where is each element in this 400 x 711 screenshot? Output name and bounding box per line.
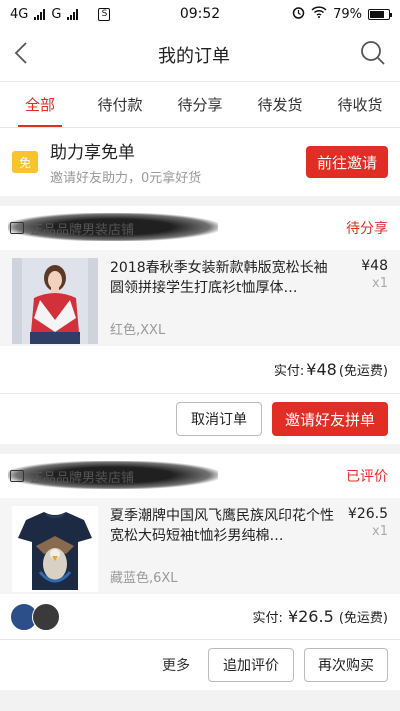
status-bar: 4G G S 09:52 79% — [0, 0, 400, 28]
signal-icon-2 — [67, 8, 79, 20]
order-header: 正品品牌男装店铺 已评价 — [0, 454, 400, 498]
more-link[interactable]: 更多 — [162, 655, 190, 675]
product-image — [12, 506, 98, 592]
paid-amount: ¥26.5 — [287, 607, 334, 626]
product-price: ¥26.5 — [347, 506, 388, 522]
add-review-button[interactable]: 追加评价 — [208, 648, 294, 682]
product-spec: 红色,XXL — [110, 323, 166, 338]
order-actions: 更多 追加评价 再次购买 — [0, 640, 400, 690]
tab-pending-receipt[interactable]: 待收货 — [320, 82, 400, 127]
promo-title: 助力享免单 — [50, 143, 135, 163]
free-order-icon: 免 — [12, 151, 38, 173]
product-info: 2018春秋季女装新款韩版宽松长袖圆领拼接学生打底衫t恤厚体… 红色,XXL — [110, 258, 338, 338]
promo-banner: 免 助力享免单 邀请好友助力，0元拿好货 前往邀请 — [0, 128, 400, 196]
product-image — [12, 258, 98, 344]
price-column: ¥26.5 x1 — [338, 506, 388, 586]
tab-pending-share[interactable]: 待分享 — [160, 82, 240, 127]
paid-note: (免运费) — [338, 364, 388, 379]
store-label: 正品品牌男装店铺 — [30, 470, 135, 486]
paid-label: 实付: — [273, 364, 305, 379]
nav-bar: 我的订单 — [0, 28, 400, 82]
battery-icon — [368, 8, 392, 20]
product-price: ¥48 — [361, 258, 388, 274]
order-item[interactable]: 2018春秋季女装新款韩版宽松长袖圆领拼接学生打底衫t恤厚体… 红色,XXL ¥… — [0, 250, 400, 346]
buy-again-button[interactable]: 再次购买 — [304, 648, 388, 682]
status-bar-right: 79% — [292, 6, 392, 23]
page-title: 我的订单 — [158, 45, 230, 67]
signal-icon — [34, 8, 46, 20]
order-card: 正品品牌男装店铺 已评价 夏季潮牌中国风飞鹰民族风印花个性宽松大码短袖t恤衫男纯… — [0, 454, 400, 690]
go-invite-button[interactable]: 前往邀请 — [306, 146, 388, 178]
store-label: 正品品牌男装店铺 — [30, 222, 135, 238]
paid-note: (免运费) — [338, 611, 388, 626]
tab-pending-shipment[interactable]: 待发货 — [240, 82, 320, 127]
store-name[interactable]: 正品品牌男装店铺 — [8, 212, 218, 241]
search-icon[interactable] — [360, 40, 386, 70]
carrier-label-2: G — [51, 6, 62, 22]
paid-summary: 实付: ¥26.5 (免运费) — [0, 594, 400, 640]
store-icon — [10, 222, 24, 234]
product-quantity: x1 — [372, 276, 388, 291]
store-icon — [10, 470, 24, 482]
carrier-label-1: 4G — [10, 6, 29, 22]
paid-label: 实付: — [252, 611, 283, 626]
order-tabs: 全部 待付款 待分享 待发货 待收货 — [0, 82, 400, 128]
battery-percent: 79% — [333, 6, 362, 22]
wifi-icon — [311, 6, 327, 22]
invite-friends-button[interactable]: 邀请好友拼单 — [272, 402, 388, 436]
product-quantity: x1 — [372, 524, 388, 539]
store-name[interactable]: 正品品牌男装店铺 — [8, 460, 218, 489]
order-item[interactable]: 夏季潮牌中国风飞鹰民族风印花个性宽松大码短袖t恤衫男纯棉… 藏蓝色,6XL ¥2… — [0, 498, 400, 594]
back-icon[interactable] — [14, 41, 28, 69]
order-status: 已评价 — [346, 469, 388, 485]
tab-all[interactable]: 全部 — [0, 82, 80, 127]
notification-icon: S — [98, 7, 111, 21]
order-actions: 取消订单 邀请好友拼单 — [0, 394, 400, 444]
price-column: ¥48 x1 — [338, 258, 388, 338]
promo-subtitle: 邀请好友助力，0元拿好货 — [50, 171, 202, 186]
avatar — [32, 602, 60, 631]
order-status: 待分享 — [346, 221, 388, 237]
order-card: 正品品牌男装店铺 待分享 2018春秋季女装新款韩版宽松长袖圆领拼接学生打底衫t… — [0, 206, 400, 444]
product-name: 夏季潮牌中国风飞鹰民族风印花个性宽松大码短袖t恤衫男纯棉… — [110, 508, 334, 544]
group-members[interactable] — [10, 602, 60, 631]
alarm-icon — [292, 6, 305, 23]
paid-amount: ¥48 — [306, 360, 337, 379]
product-info: 夏季潮牌中国风飞鹰民族风印花个性宽松大码短袖t恤衫男纯棉… 藏蓝色,6XL — [110, 506, 338, 586]
promo-text: 助力享免单 邀请好友助力，0元拿好货 — [50, 138, 306, 186]
product-name: 2018春秋季女装新款韩版宽松长袖圆领拼接学生打底衫t恤厚体… — [110, 260, 328, 296]
paid-info: 实付: ¥26.5 (免运费) — [252, 607, 388, 626]
status-bar-left: 4G G S — [10, 6, 111, 22]
product-spec: 藏蓝色,6XL — [110, 571, 178, 586]
cancel-order-button[interactable]: 取消订单 — [176, 402, 262, 436]
order-header: 正品品牌男装店铺 待分享 — [0, 206, 400, 250]
paid-summary: 实付: ¥48 (免运费) — [0, 346, 400, 394]
tab-pending-payment[interactable]: 待付款 — [80, 82, 160, 127]
